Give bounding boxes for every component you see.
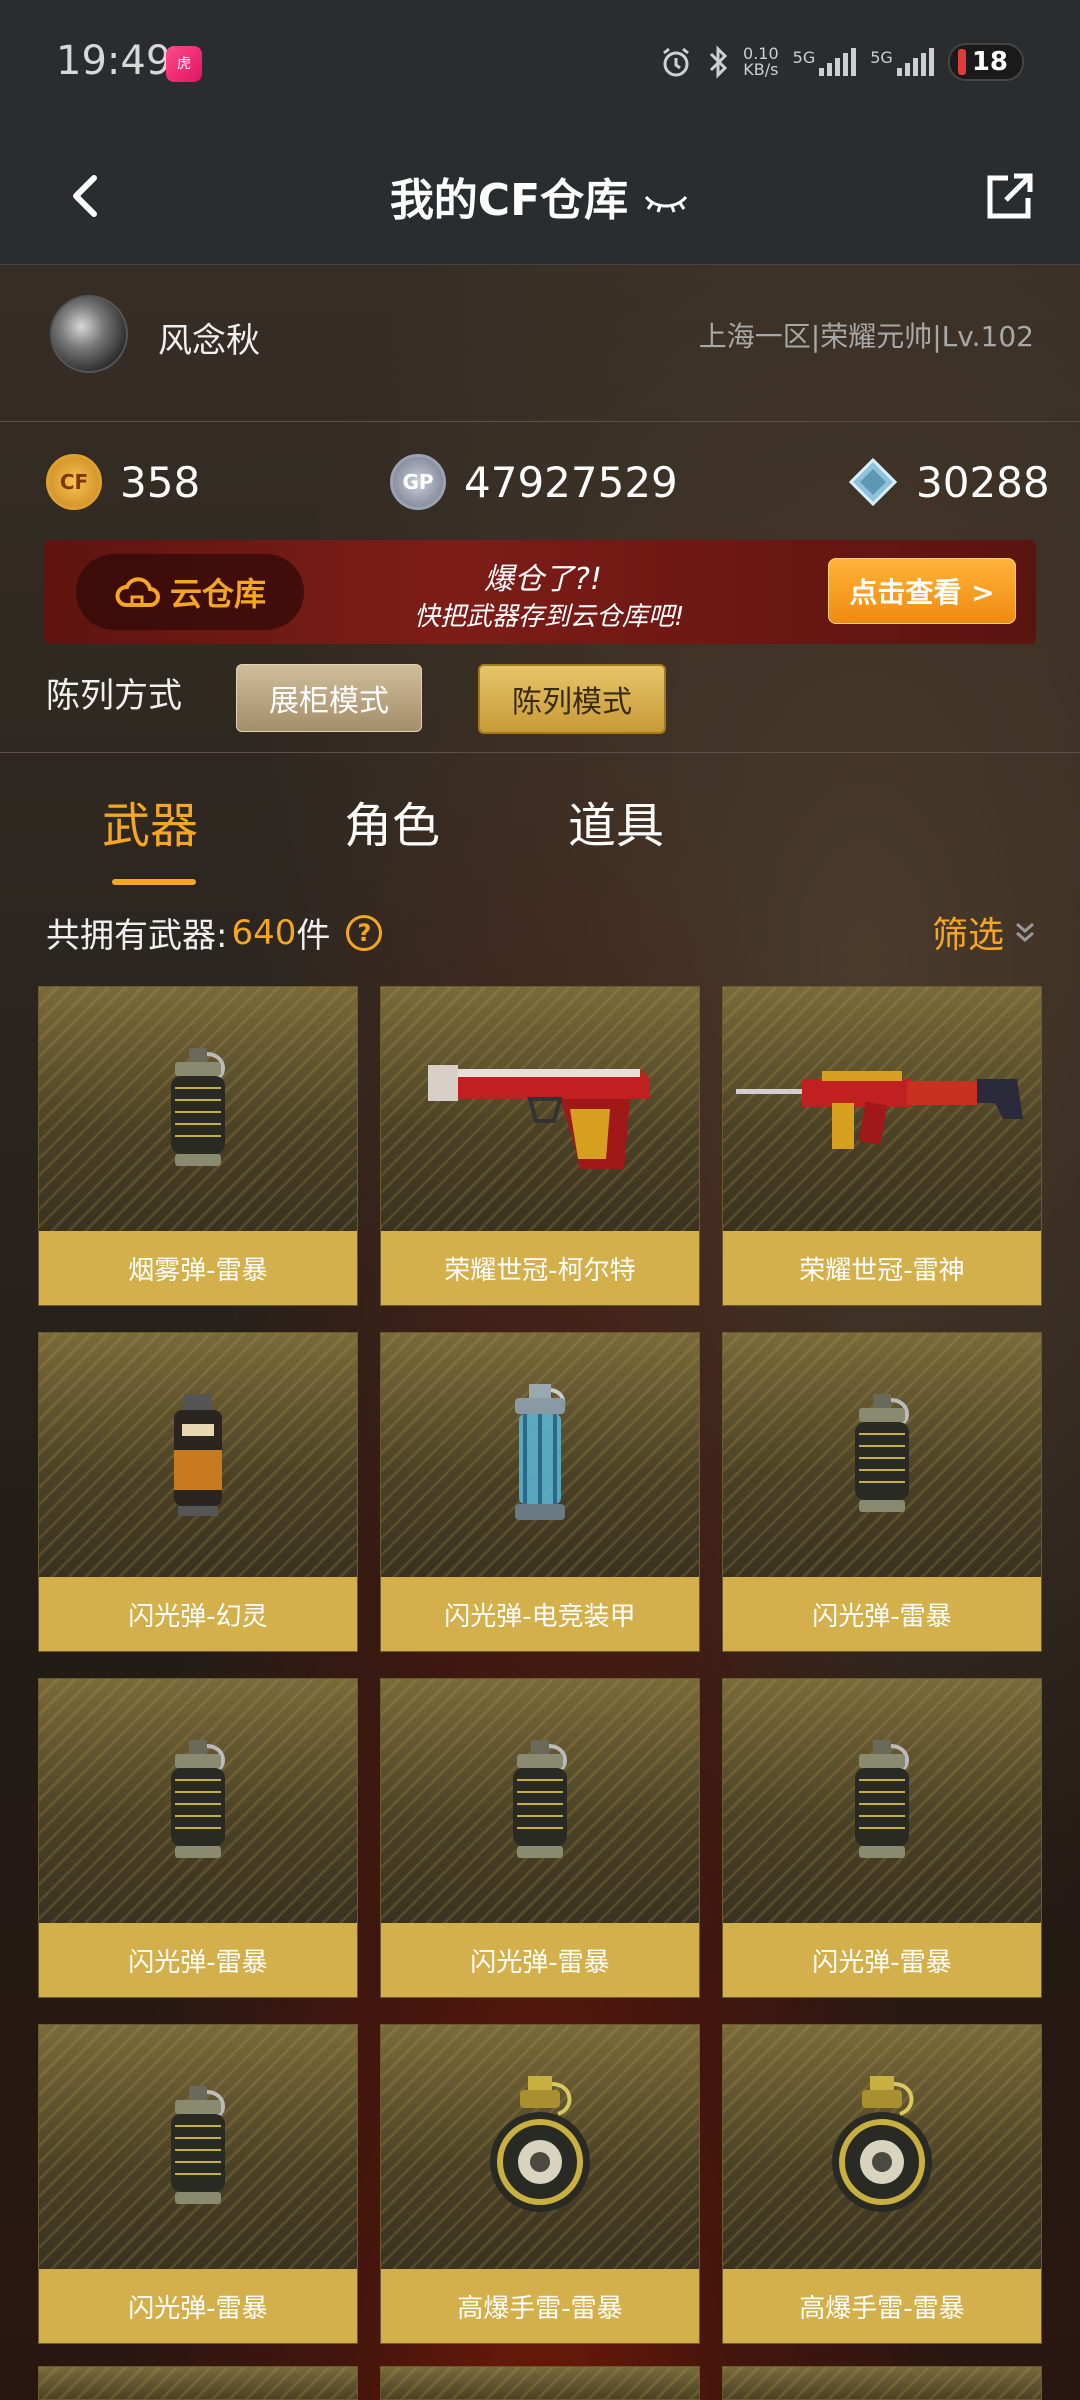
cloud-storage-label: 云仓库	[169, 575, 266, 613]
cloud-icon	[115, 577, 160, 607]
chevron-down-icon	[1016, 922, 1034, 942]
section-divider	[0, 752, 1080, 753]
cloud-storage-banner[interactable]: 云仓库 爆仓了?! 快把武器存到云仓库吧! 点击查看 >	[44, 540, 1036, 644]
status-bar: 19:49 虎 0.10 KB/s 5G 5G 18	[0, 0, 1080, 128]
weapon-image	[39, 1333, 357, 1577]
count-prefix: 共拥有武器:	[46, 916, 228, 956]
app-header: 我的CF仓库	[0, 128, 1080, 265]
weapon-card[interactable]: 烟雾弹-雷暴	[38, 986, 358, 1306]
weapon-image	[39, 987, 357, 1231]
weapon-name: 闪光弹-雷暴	[381, 1923, 699, 1997]
share-icon[interactable]	[980, 166, 1040, 226]
weapon-card[interactable]: 荣耀世冠-柯尔特	[380, 986, 700, 1306]
avatar[interactable]	[50, 295, 128, 373]
cf-points: CF 358	[46, 452, 200, 512]
display-mode-button[interactable]: 陈列模式	[478, 664, 666, 734]
page-title: 我的CF仓库	[0, 164, 1080, 228]
showcase-mode-button[interactable]: 展柜模式	[236, 664, 422, 732]
display-mode-label: 陈列方式	[46, 676, 182, 716]
gp-balance: GP 47927529	[390, 452, 678, 512]
weapon-name: 荣耀世冠-雷神	[723, 1231, 1041, 1305]
weapon-image	[381, 1679, 699, 1923]
weapon-image	[723, 987, 1041, 1231]
speed-unit: KB/s	[743, 60, 779, 79]
weapon-name: 闪光弹-雷暴	[723, 1923, 1041, 1997]
status-time: 19:49	[56, 38, 172, 84]
weapon-name: 烟雾弹-雷暴	[39, 1231, 357, 1305]
active-tab-indicator	[112, 879, 196, 885]
weapon-name: 高爆手雷-雷暴	[381, 2269, 699, 2343]
weapon-image	[39, 2025, 357, 2269]
weapon-card[interactable]: 闪光弹-电竞装甲	[380, 1332, 700, 1652]
gp-value: 47927529	[464, 457, 678, 507]
weapon-image	[723, 1679, 1041, 1923]
huya-app-icon: 虎	[166, 46, 202, 82]
cf-points-value: 358	[120, 457, 201, 507]
weapon-card[interactable]: 闪光弹-雷暴	[38, 2024, 358, 2344]
weapon-name: 闪光弹-雷暴	[723, 1577, 1041, 1651]
signal-2: 5G	[870, 48, 934, 76]
weapon-name: 高爆手雷-雷暴	[723, 2269, 1041, 2343]
hide-eye-icon[interactable]	[642, 193, 690, 213]
filter-button[interactable]: 筛选	[932, 906, 1036, 958]
weapon-card[interactable]: 闪光弹-雷暴	[722, 1332, 1042, 1652]
signal-1: 5G	[793, 48, 857, 76]
view-now-button[interactable]: 点击查看 >	[828, 558, 1016, 624]
weapon-card-partial[interactable]	[38, 2366, 358, 2400]
weapon-name: 荣耀世冠-柯尔特	[381, 1231, 699, 1305]
category-tabs: 武器 角色 道具	[0, 786, 1080, 886]
weapon-card[interactable]: 闪光弹-雷暴	[38, 1678, 358, 1998]
weapon-card[interactable]: 高爆手雷-雷暴	[380, 2024, 700, 2344]
diamond-icon	[848, 457, 898, 507]
banner-slogan-2: 快把武器存到云仓库吧!	[414, 602, 685, 632]
diamond-balance: 30288	[848, 452, 1050, 512]
network-speed: 0.10 KB/s	[743, 46, 779, 78]
weapon-name: 闪光弹-幻灵	[39, 1577, 357, 1651]
tab-characters[interactable]: 角色	[344, 786, 440, 856]
weapon-image	[381, 1333, 699, 1577]
weapon-card[interactable]: 高爆手雷-雷暴	[722, 2024, 1042, 2344]
net-type-2: 5G	[870, 48, 893, 67]
weapon-image	[381, 2025, 699, 2269]
player-info: 上海一区|荣耀元帅|Lv.102	[698, 320, 1034, 353]
banner-slogan-1: 爆仓了?!	[484, 562, 602, 597]
diamond-value: 30288	[916, 457, 1050, 507]
page-title-text: 我的CF仓库	[389, 175, 629, 226]
weapon-image	[723, 1333, 1041, 1577]
help-icon[interactable]: ?	[346, 914, 383, 951]
weapon-name: 闪光弹-电竞装甲	[381, 1577, 699, 1651]
tab-items[interactable]: 道具	[568, 786, 664, 856]
cloud-storage-badge: 云仓库	[76, 554, 304, 630]
signal-bars-icon	[896, 48, 934, 76]
count-suffix: 件	[296, 916, 331, 956]
weapon-count: 共拥有武器: 640 件 ?	[46, 908, 383, 957]
player-name: 风念秋	[158, 321, 260, 361]
bluetooth-icon	[709, 45, 728, 79]
profile-row[interactable]: 风念秋 上海一区|荣耀元帅|Lv.102	[0, 265, 1080, 422]
battery-level: 18	[971, 47, 1008, 77]
net-type-1: 5G	[792, 48, 816, 67]
weapon-name: 闪光弹-雷暴	[39, 2269, 357, 2343]
weapon-card[interactable]: 闪光弹-雷暴	[380, 1678, 700, 1998]
count-value: 640	[231, 912, 297, 953]
tab-weapons[interactable]: 武器	[102, 786, 198, 856]
weapon-card-partial[interactable]	[380, 2366, 700, 2400]
status-icons: 0.10 KB/s 5G 5G 18	[659, 40, 1024, 84]
weapon-image	[723, 2025, 1041, 2269]
weapon-name: 闪光弹-雷暴	[39, 1923, 357, 1997]
alarm-icon	[663, 47, 689, 77]
weapon-image	[39, 1679, 357, 1923]
weapon-card[interactable]: 闪光弹-雷暴	[722, 1678, 1042, 1998]
weapon-card-partial[interactable]	[722, 2366, 1042, 2400]
signal-bars-icon	[819, 48, 857, 76]
weapon-grid: 烟雾弹-雷暴 荣耀世冠-柯尔特 荣耀世冠-雷神 闪光弹-幻灵 闪光弹-电竞装甲 闪光弹-雷…	[38, 986, 1042, 2344]
battery-icon: 18	[947, 43, 1024, 81]
cf-coin-icon: CF	[46, 454, 102, 510]
filter-label: 筛选	[931, 915, 1004, 956]
weapon-card[interactable]: 荣耀世冠-雷神	[722, 986, 1042, 1306]
weapon-card[interactable]: 闪光弹-幻灵	[38, 1332, 358, 1652]
gp-coin-icon: GP	[390, 454, 446, 510]
weapon-image	[381, 987, 699, 1231]
